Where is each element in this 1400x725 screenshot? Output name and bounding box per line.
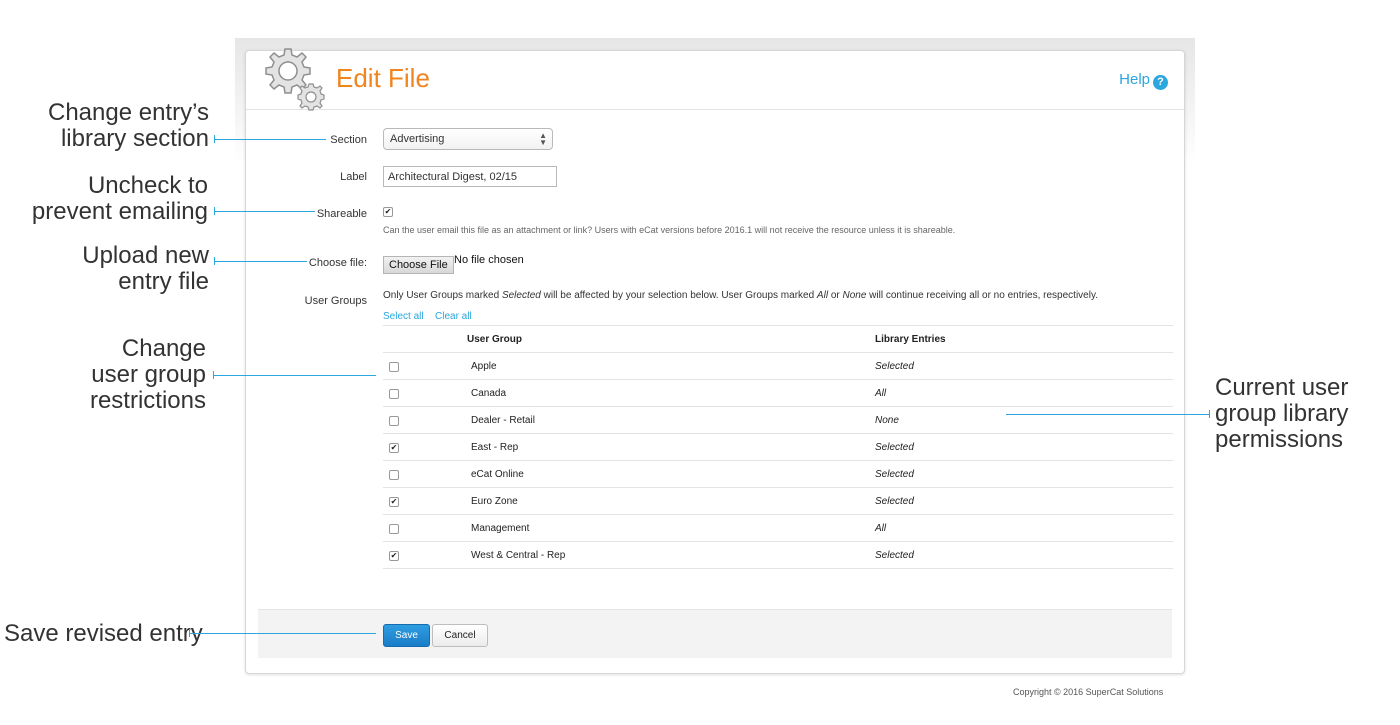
callout-shareable: Uncheck to prevent emailing [31,172,208,225]
user-groups-label: User Groups [304,295,367,307]
help-label: Help [1119,71,1150,88]
callout-tick [213,371,214,379]
library-entries-value: All [875,523,887,534]
library-entries-column-header: Library Entries [875,334,946,345]
edit-file-panel: Edit File Help? Section Advertising ▲ ▼ L… [245,48,1185,674]
callout-section: Change entry’s library section [48,99,209,152]
callout-line [215,211,315,212]
callout-line [215,261,307,262]
library-entries-value: Selected [875,496,914,507]
user-group-checkbox[interactable] [389,470,399,480]
user-group-checkbox[interactable] [389,362,399,372]
help-link[interactable]: Help? [1119,71,1168,90]
callout-tick [1209,410,1210,418]
cancel-button[interactable]: Cancel [432,624,488,647]
panel-header: Edit File Help? [246,48,1184,111]
library-entries-value: All [875,388,887,399]
shareable-label: Shareable [316,208,367,220]
table-row: ✔ East - Rep Selected [383,434,1173,461]
file-status: No file chosen [454,254,524,266]
table-row: Apple Selected [383,353,1173,380]
callout-tick [214,257,215,265]
library-entries-value: Selected [875,550,914,561]
user-group-checkbox[interactable]: ✔ [389,551,399,561]
choose-file-button[interactable]: Choose File [383,256,454,274]
question-circle-icon: ? [1153,75,1168,90]
label-field-label: Label [340,171,367,183]
callout-line [190,633,376,634]
callout-tick [214,207,215,215]
section-select[interactable]: Advertising ▲ ▼ [383,128,553,150]
copyright: Copyright © 2016 SuperCat Solutions [1013,687,1164,697]
shareable-checkbox[interactable]: ✔ [383,207,393,217]
library-entries-value: Selected [875,361,914,372]
clear-all-link[interactable]: Clear all [435,311,472,322]
user-group-name: Canada [471,388,507,399]
callout-line [1006,414,1209,415]
select-arrows-icon: ▲ ▼ [539,131,547,147]
callout-save: Save revised entry [4,620,203,647]
callout-upload: Upload new entry file [82,242,209,295]
user-group-name: Management [471,523,530,534]
label-input[interactable] [383,166,557,187]
table-row: ✔ Euro Zone Selected [383,488,1173,515]
table-row: eCat Online Selected [383,461,1173,488]
table-row: Dealer - Retail None [383,407,1173,434]
callout-line [214,375,376,376]
callout-groups: Change user group restrictions [89,335,206,414]
callout-line [215,139,326,140]
table-row: Canada All [383,380,1173,407]
user-group-name: Apple [471,361,497,372]
user-group-name: East - Rep [471,442,519,453]
user-group-name: Dealer - Retail [471,415,535,426]
library-entries-value: Selected [875,469,914,480]
section-label: Section [330,134,367,146]
page-title: Edit File [336,63,430,93]
choose-file-label: Choose file: [308,257,367,269]
select-all-link[interactable]: Select all [383,311,424,322]
save-button[interactable]: Save [383,624,430,647]
user-groups-note: Only User Groups marked Selected will be… [383,290,1098,301]
user-group-checkbox[interactable]: ✔ [389,443,399,453]
table-row: Management All [383,515,1173,542]
section-selected-value: Advertising [390,133,445,145]
form-footer: Save Cancel [258,609,1172,658]
user-group-checkbox[interactable] [389,389,399,399]
library-entries-value: Selected [875,442,914,453]
user-group-column-header: User Group [467,334,523,345]
user-groups-table: User Group Library Entries Apple Selected… [383,325,1173,569]
table-row: ✔ West & Central - Rep Selected [383,542,1173,569]
callout-permissions: Current user group library permissions [1215,374,1349,453]
library-entries-value: None [875,415,899,426]
user-group-name: West & Central - Rep [471,550,566,561]
user-group-checkbox[interactable] [389,524,399,534]
shareable-help-text: Can the user email this file as an attac… [383,225,956,235]
callout-tick [214,135,215,143]
small-gear-icon [297,83,325,111]
user-group-checkbox[interactable] [389,416,399,426]
user-group-name: eCat Online [471,469,524,480]
table-header: User Group Library Entries [383,325,1173,353]
callout-tick [189,629,190,637]
user-group-checkbox[interactable]: ✔ [389,497,399,507]
user-group-name: Euro Zone [471,496,518,507]
